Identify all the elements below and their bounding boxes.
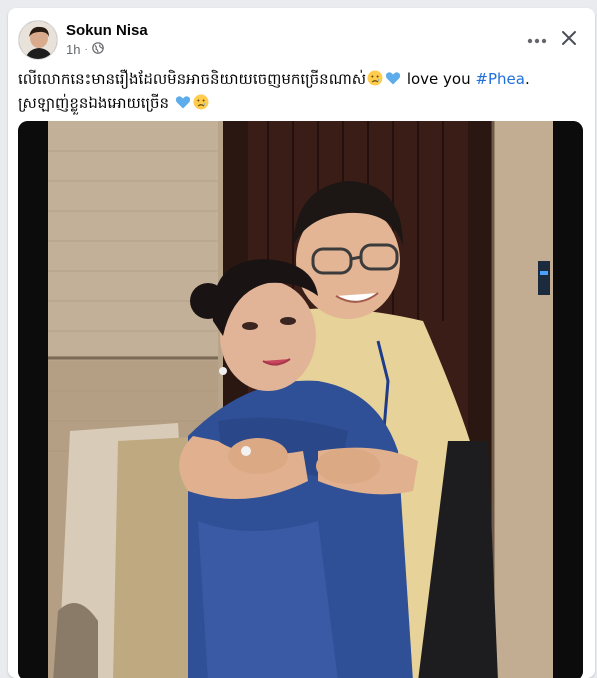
more-options-button[interactable]: [523, 26, 551, 54]
post-caption: លើលោកនេះមានរឿងដែលមិនអាចនិយាយចេញមកច្រើនណា…: [18, 68, 583, 116]
caption-period: .: [524, 70, 530, 88]
post-card: Sokun Nisa 1h · លើលោកនេះមានរឿងដែលមិនអាចន…: [8, 8, 595, 678]
caption-love-text: love you: [406, 70, 471, 88]
post-photo[interactable]: [18, 121, 583, 678]
blue-heart-icon: [175, 94, 191, 116]
sad-face-icon: [367, 70, 383, 92]
meta-separator: ·: [84, 44, 88, 55]
blue-heart-icon: [385, 70, 401, 92]
author-name[interactable]: Sokun Nisa: [66, 22, 148, 39]
caption-khmer-text-1: លើលោកនេះមានរឿងដែលមិនអាចនិយាយចេញមកច្រើនណា…: [18, 70, 367, 88]
globe-icon[interactable]: [92, 42, 104, 57]
caption-line-1: លើលោកនេះមានរឿងដែលមិនអាចនិយាយចេញមកច្រើនណា…: [18, 68, 583, 92]
caption-khmer-text-2: ស្រឡាញ់ខ្លួនឯងអោយច្រើន: [18, 94, 170, 112]
close-button[interactable]: [553, 24, 585, 56]
post-header: Sokun Nisa 1h ·: [8, 8, 595, 70]
avatar-image: [19, 21, 57, 59]
hashtag-link[interactable]: #Phea: [475, 70, 525, 88]
caption-line-2: ស្រឡាញ់ខ្លួនឯងអោយច្រើន: [18, 92, 583, 116]
more-options-icon: [527, 31, 547, 49]
post-meta: 1h ·: [66, 42, 104, 57]
sad-face-icon: [193, 94, 209, 116]
close-icon: [561, 30, 577, 51]
post-time[interactable]: 1h: [66, 42, 80, 57]
author-avatar[interactable]: [18, 20, 58, 60]
photo-image: [18, 121, 583, 678]
